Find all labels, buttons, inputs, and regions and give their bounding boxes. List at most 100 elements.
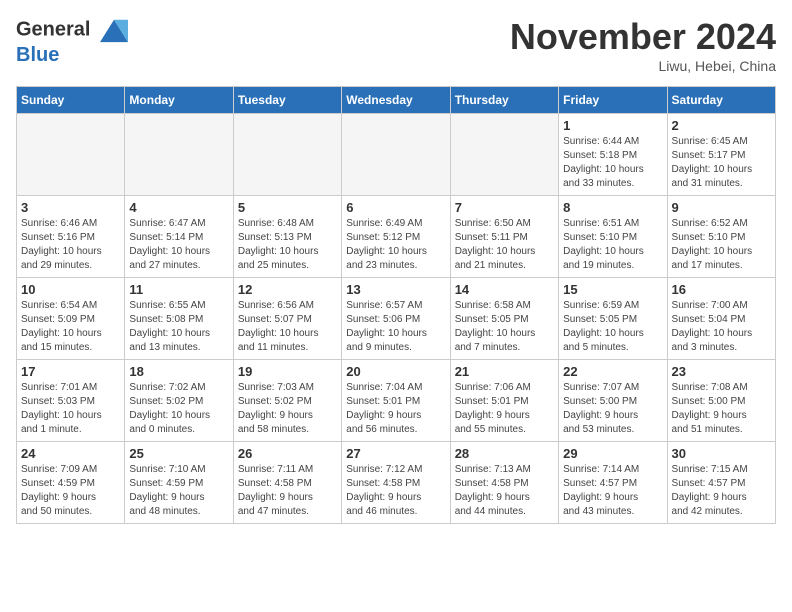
day-number: 28 [455, 446, 554, 461]
calendar-cell: 12 Sunrise: 6:56 AMSunset: 5:07 PMDayligh… [233, 278, 341, 360]
day-header-tuesday: Tuesday [233, 87, 341, 114]
day-info: Sunrise: 7:07 AMSunset: 5:00 PMDaylight:… [563, 381, 662, 437]
calendar-cell: 15 Sunrise: 6:59 AMSunset: 5:05 PMDayligh… [559, 278, 667, 360]
day-info: Sunrise: 6:57 AMSunset: 5:06 PMDaylight:… [346, 299, 445, 355]
day-number: 27 [346, 446, 445, 461]
calendar-cell: 2 Sunrise: 6:45 AMSunset: 5:17 PMDaylight… [667, 114, 775, 196]
day-info: Sunrise: 6:52 AMSunset: 5:10 PMDaylight:… [672, 217, 771, 273]
day-info: Sunrise: 6:50 AMSunset: 5:11 PMDaylight:… [455, 217, 554, 273]
week-row-4: 17Sunrise: 7:01 AMSunset: 5:03 PMDayligh… [17, 360, 776, 442]
day-number: 2 [672, 118, 771, 133]
day-number: 30 [672, 446, 771, 461]
day-info: Sunrise: 6:45 AMSunset: 5:17 PMDaylight:… [672, 135, 771, 191]
calendar-cell [17, 114, 125, 196]
day-number: 25 [129, 446, 228, 461]
page-header: General Blue November 2024 Liwu, Hebei, … [16, 16, 776, 74]
day-info: Sunrise: 7:00 AMSunset: 5:04 PMDaylight:… [672, 299, 771, 355]
day-number: 17 [21, 364, 120, 379]
day-number: 8 [563, 200, 662, 215]
day-number: 24 [21, 446, 120, 461]
day-number: 7 [455, 200, 554, 215]
day-info: Sunrise: 6:46 AMSunset: 5:16 PMDaylight:… [21, 217, 120, 273]
calendar-cell: 25 Sunrise: 7:10 AMSunset: 4:59 PMDayligh… [125, 442, 233, 524]
day-header-saturday: Saturday [667, 87, 775, 114]
calendar-cell: 9 Sunrise: 6:52 AMSunset: 5:10 PMDaylight… [667, 196, 775, 278]
calendar-cell: 17Sunrise: 7:01 AMSunset: 5:03 PMDayligh… [17, 360, 125, 442]
day-number: 5 [238, 200, 337, 215]
calendar-cell: 21 Sunrise: 7:06 AMSunset: 5:01 PMDayligh… [450, 360, 558, 442]
calendar-cell: 24 Sunrise: 7:09 AMSunset: 4:59 PMDayligh… [17, 442, 125, 524]
day-number: 18 [129, 364, 228, 379]
day-info: Sunrise: 7:11 AMSunset: 4:58 PMDaylight:… [238, 463, 337, 519]
day-header-monday: Monday [125, 87, 233, 114]
calendar-cell: 7 Sunrise: 6:50 AMSunset: 5:11 PMDaylight… [450, 196, 558, 278]
calendar-cell: 11 Sunrise: 6:55 AMSunset: 5:08 PMDayligh… [125, 278, 233, 360]
day-number: 10 [21, 282, 120, 297]
calendar-cell: 29 Sunrise: 7:14 AMSunset: 4:57 PMDayligh… [559, 442, 667, 524]
day-info: Sunrise: 6:44 AMSunset: 5:18 PMDaylight:… [563, 135, 662, 191]
calendar-cell: 1 Sunrise: 6:44 AMSunset: 5:18 PMDaylight… [559, 114, 667, 196]
day-info: Sunrise: 6:48 AMSunset: 5:13 PMDaylight:… [238, 217, 337, 273]
calendar-cell: 5 Sunrise: 6:48 AMSunset: 5:13 PMDaylight… [233, 196, 341, 278]
day-header-thursday: Thursday [450, 87, 558, 114]
calendar-cell: 28 Sunrise: 7:13 AMSunset: 4:58 PMDayligh… [450, 442, 558, 524]
calendar-cell [233, 114, 341, 196]
day-info: Sunrise: 7:04 AMSunset: 5:01 PMDaylight:… [346, 381, 445, 437]
day-number: 11 [129, 282, 228, 297]
logo: General Blue [16, 16, 128, 66]
day-number: 14 [455, 282, 554, 297]
calendar-cell: 4 Sunrise: 6:47 AMSunset: 5:14 PMDaylight… [125, 196, 233, 278]
day-number: 22 [563, 364, 662, 379]
calendar-cell: 22 Sunrise: 7:07 AMSunset: 5:00 PMDayligh… [559, 360, 667, 442]
calendar-cell: 6 Sunrise: 6:49 AMSunset: 5:12 PMDaylight… [342, 196, 450, 278]
day-number: 29 [563, 446, 662, 461]
day-info: Sunrise: 7:09 AMSunset: 4:59 PMDaylight:… [21, 463, 120, 519]
day-info: Sunrise: 7:12 AMSunset: 4:58 PMDaylight:… [346, 463, 445, 519]
day-info: Sunrise: 7:13 AMSunset: 4:58 PMDaylight:… [455, 463, 554, 519]
day-number: 9 [672, 200, 771, 215]
calendar-cell [125, 114, 233, 196]
day-info: Sunrise: 6:58 AMSunset: 5:05 PMDaylight:… [455, 299, 554, 355]
day-info: Sunrise: 6:49 AMSunset: 5:12 PMDaylight:… [346, 217, 445, 273]
day-info: Sunrise: 7:06 AMSunset: 5:01 PMDaylight:… [455, 381, 554, 437]
day-number: 1 [563, 118, 662, 133]
day-number: 4 [129, 200, 228, 215]
calendar-table: SundayMondayTuesdayWednesdayThursdayFrid… [16, 86, 776, 524]
day-info: Sunrise: 7:15 AMSunset: 4:57 PMDaylight:… [672, 463, 771, 519]
day-number: 20 [346, 364, 445, 379]
day-info: Sunrise: 6:47 AMSunset: 5:14 PMDaylight:… [129, 217, 228, 273]
day-info: Sunrise: 7:14 AMSunset: 4:57 PMDaylight:… [563, 463, 662, 519]
week-row-1: 1 Sunrise: 6:44 AMSunset: 5:18 PMDaylight… [17, 114, 776, 196]
calendar-cell: 3Sunrise: 6:46 AMSunset: 5:16 PMDaylight… [17, 196, 125, 278]
day-number: 23 [672, 364, 771, 379]
day-info: Sunrise: 7:10 AMSunset: 4:59 PMDaylight:… [129, 463, 228, 519]
day-number: 21 [455, 364, 554, 379]
day-number: 12 [238, 282, 337, 297]
week-row-3: 10 Sunrise: 6:54 AMSunset: 5:09 PMDayligh… [17, 278, 776, 360]
calendar-cell: 8Sunrise: 6:51 AMSunset: 5:10 PMDaylight… [559, 196, 667, 278]
calendar-cell: 10 Sunrise: 6:54 AMSunset: 5:09 PMDayligh… [17, 278, 125, 360]
calendar-cell: 16Sunrise: 7:00 AMSunset: 5:04 PMDayligh… [667, 278, 775, 360]
month-title: November 2024 [510, 16, 776, 58]
day-info: Sunrise: 6:56 AMSunset: 5:07 PMDaylight:… [238, 299, 337, 355]
day-info: Sunrise: 7:08 AMSunset: 5:00 PMDaylight:… [672, 381, 771, 437]
logo-text-general: General [16, 16, 128, 44]
day-number: 26 [238, 446, 337, 461]
calendar-cell: 20 Sunrise: 7:04 AMSunset: 5:01 PMDayligh… [342, 360, 450, 442]
day-number: 6 [346, 200, 445, 215]
calendar-cell: 30 Sunrise: 7:15 AMSunset: 4:57 PMDayligh… [667, 442, 775, 524]
calendar-cell: 23 Sunrise: 7:08 AMSunset: 5:00 PMDayligh… [667, 360, 775, 442]
calendar-cell: 19Sunrise: 7:03 AMSunset: 5:02 PMDayligh… [233, 360, 341, 442]
calendar-cell: 13Sunrise: 6:57 AMSunset: 5:06 PMDayligh… [342, 278, 450, 360]
day-number: 15 [563, 282, 662, 297]
week-row-5: 24 Sunrise: 7:09 AMSunset: 4:59 PMDayligh… [17, 442, 776, 524]
day-header-wednesday: Wednesday [342, 87, 450, 114]
day-info: Sunrise: 6:54 AMSunset: 5:09 PMDaylight:… [21, 299, 120, 355]
calendar-cell: 14 Sunrise: 6:58 AMSunset: 5:05 PMDayligh… [450, 278, 558, 360]
week-row-2: 3Sunrise: 6:46 AMSunset: 5:16 PMDaylight… [17, 196, 776, 278]
calendar-cell: 26 Sunrise: 7:11 AMSunset: 4:58 PMDayligh… [233, 442, 341, 524]
day-info: Sunrise: 6:55 AMSunset: 5:08 PMDaylight:… [129, 299, 228, 355]
day-info: Sunrise: 6:59 AMSunset: 5:05 PMDaylight:… [563, 299, 662, 355]
day-info: Sunrise: 7:02 AMSunset: 5:02 PMDaylight:… [129, 381, 228, 437]
day-header-sunday: Sunday [17, 87, 125, 114]
